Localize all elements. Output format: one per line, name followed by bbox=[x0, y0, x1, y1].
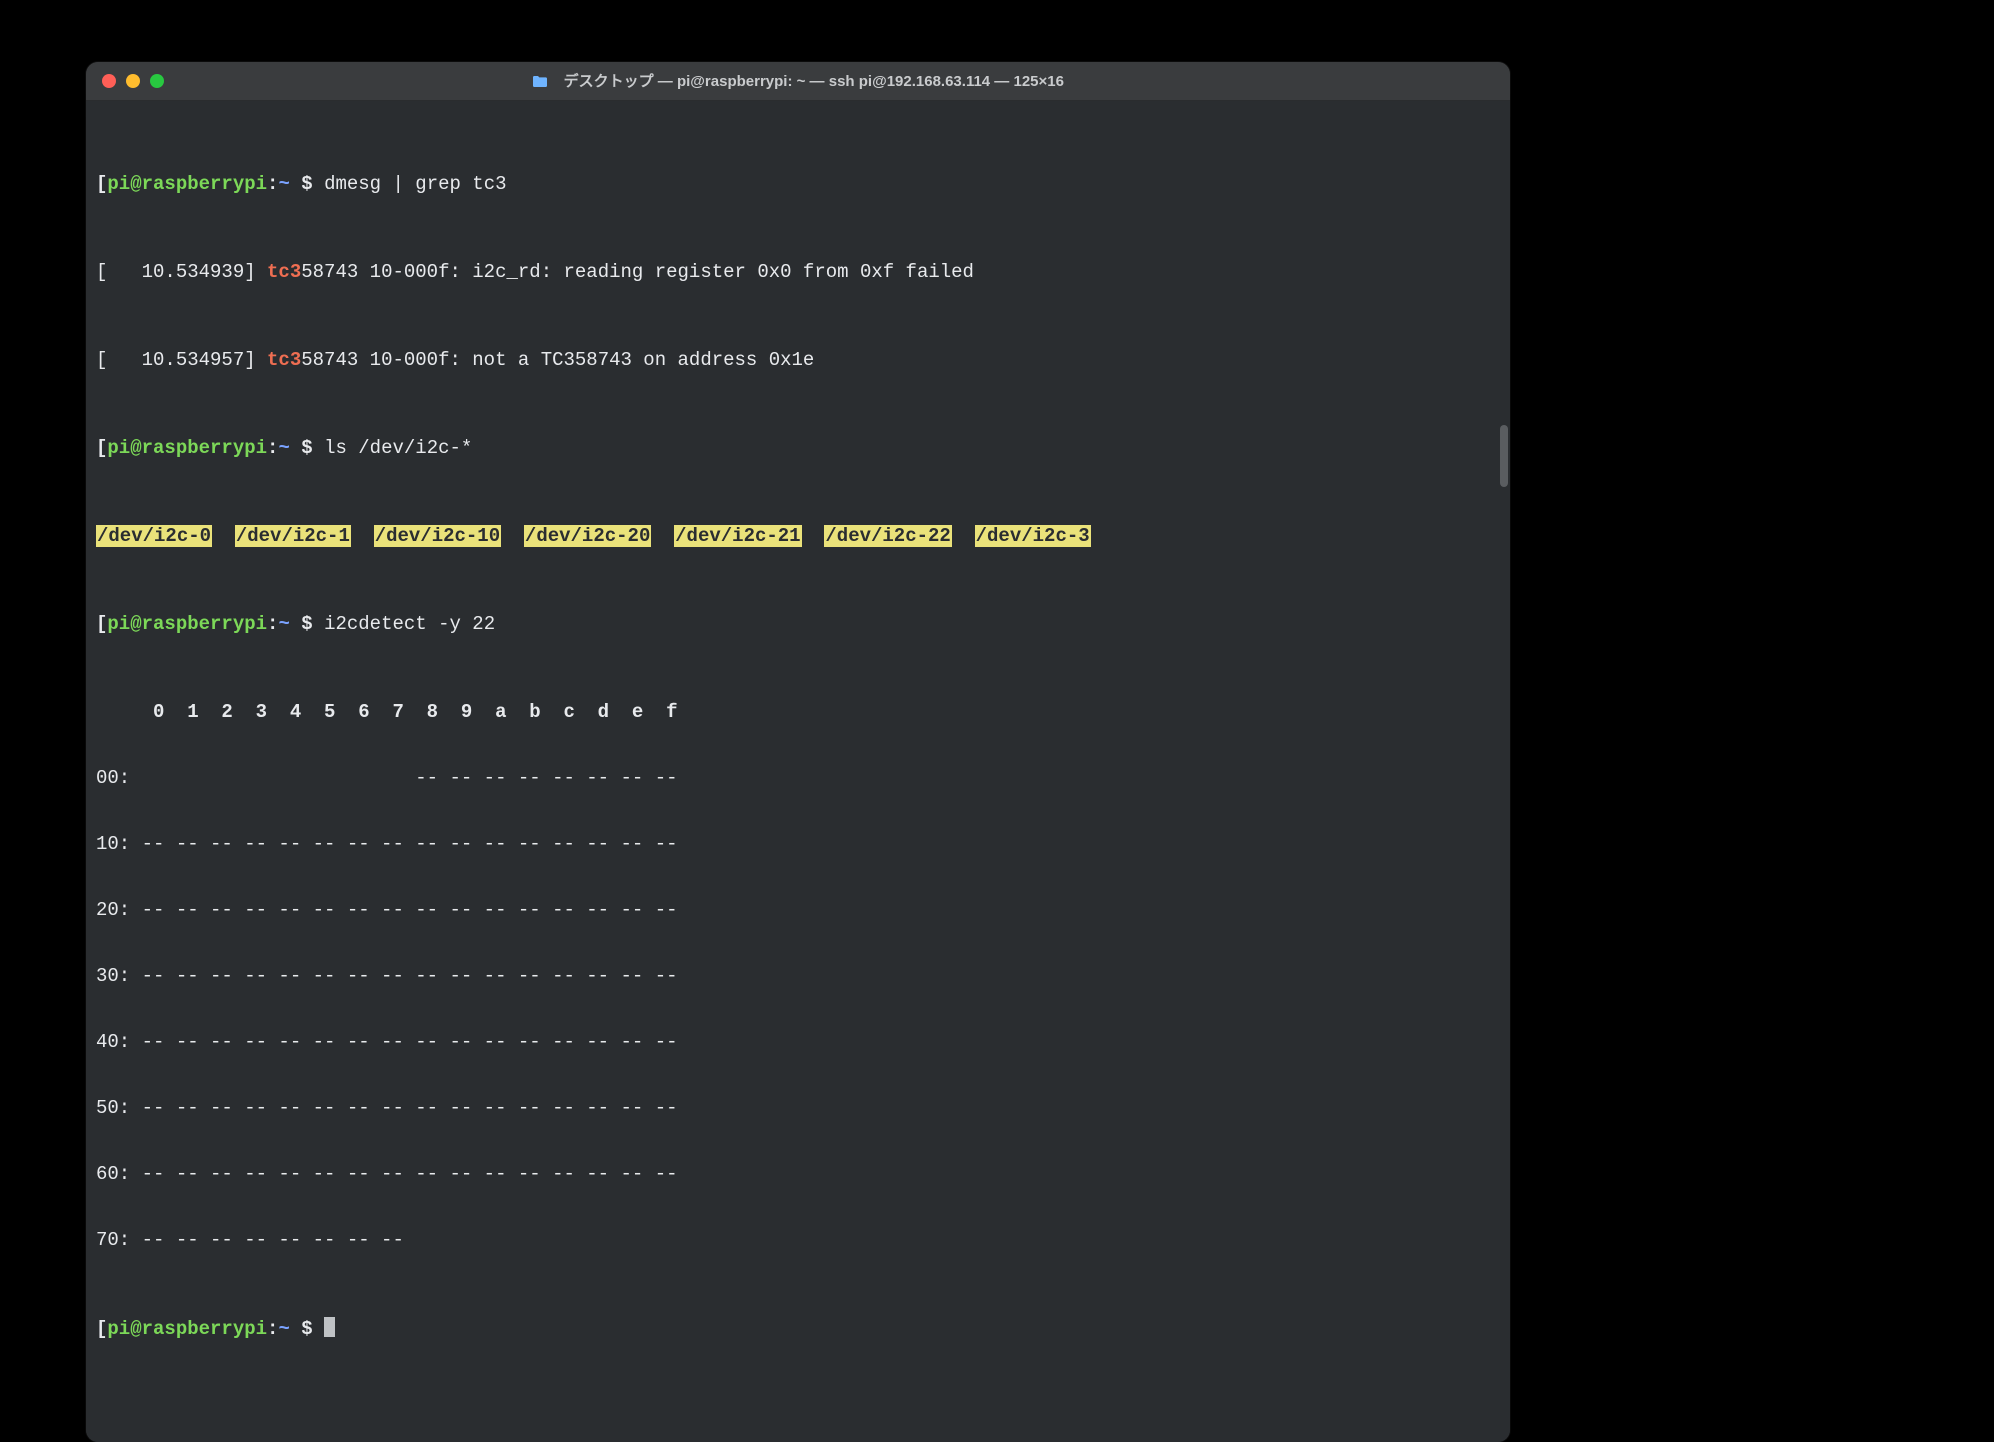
ls-dev-0: /dev/i2c-0 bbox=[96, 525, 212, 547]
prompt-line-1: [pi@raspberrypi:~ $ dmesg | grep tc3 bbox=[96, 173, 1500, 195]
dmesg-match-1: tc3 bbox=[267, 261, 301, 283]
terminal-body[interactable]: [pi@raspberrypi:~ $ dmesg | grep tc3 [ 1… bbox=[86, 101, 1510, 1442]
prompt-line-4: [pi@raspberrypi:~ $ bbox=[96, 1317, 1500, 1340]
dmesg-ts-1: [ 10.534939] bbox=[96, 261, 267, 283]
prompt-path: ~ bbox=[278, 173, 289, 195]
title-wrap: デスクトップ — pi@raspberrypi: ~ — ssh pi@192.… bbox=[86, 70, 1510, 93]
window-title: デスクトップ — pi@raspberrypi: ~ — ssh pi@192.… bbox=[564, 73, 1064, 90]
prompt-path: ~ bbox=[278, 437, 289, 459]
prompt-path: ~ bbox=[278, 613, 289, 635]
prompt-dollar: $ bbox=[290, 613, 324, 635]
bracket-open: [ bbox=[96, 613, 107, 635]
dmesg-output-2: [ 10.534957] tc358743 10-000f: not a TC3… bbox=[96, 349, 1500, 371]
dmesg-rest-2: 58743 10-000f: not a TC358743 on address… bbox=[301, 349, 814, 371]
folder-icon bbox=[532, 75, 548, 93]
i2c-header: 0 1 2 3 4 5 6 7 8 9 a b c d e f bbox=[96, 701, 1500, 723]
i2c-row-70: 70: -- -- -- -- -- -- -- -- bbox=[96, 1229, 1500, 1251]
ls-gap bbox=[351, 525, 374, 547]
prompt-sep: : bbox=[267, 437, 278, 459]
bracket-open: [ bbox=[96, 1318, 107, 1340]
prompt-line-2: [pi@raspberrypi:~ $ ls /dev/i2c-* bbox=[96, 437, 1500, 459]
ls-dev-1: /dev/i2c-1 bbox=[235, 525, 351, 547]
i2c-row-60: 60: -- -- -- -- -- -- -- -- -- -- -- -- … bbox=[96, 1163, 1500, 1185]
prompt-userhost: pi@raspberrypi bbox=[107, 173, 267, 195]
prompt-sep: : bbox=[267, 613, 278, 635]
i2c-row-30: 30: -- -- -- -- -- -- -- -- -- -- -- -- … bbox=[96, 965, 1500, 987]
prompt-userhost: pi@raspberrypi bbox=[107, 613, 267, 635]
titlebar[interactable]: デスクトップ — pi@raspberrypi: ~ — ssh pi@192.… bbox=[86, 62, 1510, 101]
dmesg-match-2: tc3 bbox=[267, 349, 301, 371]
command-3: i2cdetect -y 22 bbox=[324, 613, 495, 635]
ls-gap bbox=[952, 525, 975, 547]
scrollbar-track[interactable] bbox=[1498, 105, 1508, 1438]
prompt-dollar: $ bbox=[290, 173, 324, 195]
prompt-userhost: pi@raspberrypi bbox=[107, 437, 267, 459]
i2c-row-00: 00: -- -- -- -- -- -- -- -- bbox=[96, 767, 1500, 789]
scrollbar-thumb[interactable] bbox=[1500, 425, 1508, 487]
prompt-userhost: pi@raspberrypi bbox=[107, 1318, 267, 1340]
ls-dev-22: /dev/i2c-22 bbox=[824, 525, 951, 547]
i2c-row-50: 50: -- -- -- -- -- -- -- -- -- -- -- -- … bbox=[96, 1097, 1500, 1119]
dmesg-ts-2: [ 10.534957] bbox=[96, 349, 267, 371]
ls-gap bbox=[212, 525, 235, 547]
i2c-row-20: 20: -- -- -- -- -- -- -- -- -- -- -- -- … bbox=[96, 899, 1500, 921]
command-1: dmesg | grep tc3 bbox=[324, 173, 506, 195]
zoom-button[interactable] bbox=[150, 74, 164, 88]
i2c-row-10: 10: -- -- -- -- -- -- -- -- -- -- -- -- … bbox=[96, 833, 1500, 855]
ls-dev-10: /dev/i2c-10 bbox=[374, 525, 501, 547]
prompt-line-3: [pi@raspberrypi:~ $ i2cdetect -y 22 bbox=[96, 613, 1500, 635]
prompt-path: ~ bbox=[278, 1318, 289, 1340]
prompt-dollar: $ bbox=[290, 437, 324, 459]
ls-gap bbox=[651, 525, 674, 547]
minimize-button[interactable] bbox=[126, 74, 140, 88]
prompt-dollar: $ bbox=[290, 1318, 324, 1340]
bracket-open: [ bbox=[96, 173, 107, 195]
dmesg-output-1: [ 10.534939] tc358743 10-000f: i2c_rd: r… bbox=[96, 261, 1500, 283]
dmesg-rest-1: 58743 10-000f: i2c_rd: reading register … bbox=[301, 261, 974, 283]
cursor bbox=[324, 1317, 335, 1337]
ls-dev-3: /dev/i2c-3 bbox=[975, 525, 1091, 547]
close-button[interactable] bbox=[102, 74, 116, 88]
ls-dev-20: /dev/i2c-20 bbox=[524, 525, 651, 547]
ls-gap bbox=[501, 525, 524, 547]
ls-gap bbox=[802, 525, 825, 547]
prompt-sep: : bbox=[267, 1318, 278, 1340]
bracket-open: [ bbox=[96, 437, 107, 459]
traffic-lights bbox=[86, 74, 164, 88]
command-2: ls /dev/i2c-* bbox=[324, 437, 472, 459]
i2c-row-40: 40: -- -- -- -- -- -- -- -- -- -- -- -- … bbox=[96, 1031, 1500, 1053]
ls-output: /dev/i2c-0 /dev/i2c-1 /dev/i2c-10 /dev/i… bbox=[96, 525, 1500, 547]
terminal-window: デスクトップ — pi@raspberrypi: ~ — ssh pi@192.… bbox=[86, 62, 1510, 1442]
prompt-sep: : bbox=[267, 173, 278, 195]
ls-dev-21: /dev/i2c-21 bbox=[674, 525, 801, 547]
